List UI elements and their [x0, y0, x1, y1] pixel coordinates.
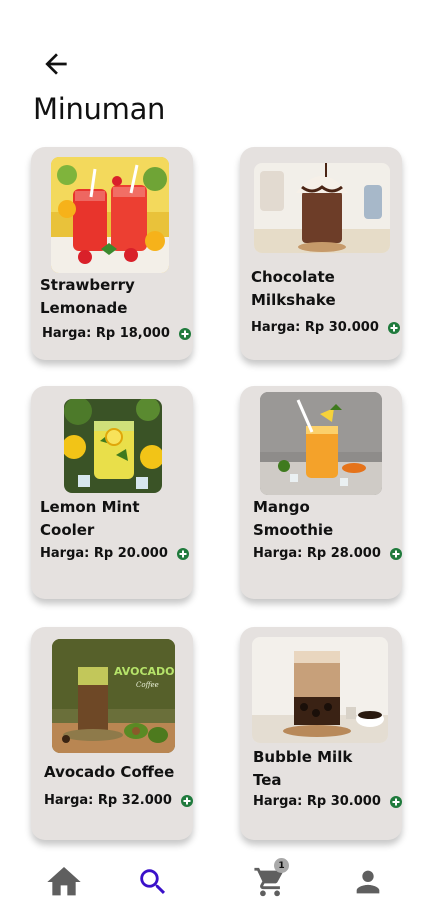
product-price: Harga: Rp 30.000 — [253, 794, 381, 809]
nav-cart[interactable]: 1 — [248, 858, 292, 904]
home-icon — [47, 867, 81, 896]
product-card-chocolate-milkshake[interactable]: Chocolate Milkshake Harga: Rp 30.000 — [240, 147, 402, 360]
product-name: Bubble Milk Tea — [253, 748, 353, 789]
product-price: Harga: Rp 20.000 — [40, 546, 168, 561]
nav-search[interactable] — [131, 860, 175, 904]
nav-home[interactable] — [42, 860, 86, 904]
product-name: Chocolate Milkshake — [251, 268, 336, 309]
product-image — [51, 157, 169, 273]
person-icon — [356, 870, 380, 894]
product-card-mango-smoothie[interactable]: Mango Smoothie Harga: Rp 28.000 — [240, 386, 402, 599]
product-card-lemon-mint-cooler[interactable]: Lemon Mint Cooler Harga: Rp 20.000 — [31, 386, 193, 599]
product-name: Strawberry Lemonade — [40, 276, 135, 317]
cart-count-badge: 1 — [274, 858, 289, 873]
svg-text:Coffee: Coffee — [136, 681, 159, 689]
product-price: Harga: Rp 32.000 — [44, 793, 172, 808]
product-price: Harga: Rp 28.000 — [253, 546, 381, 561]
bottom-nav: 1 — [0, 852, 430, 916]
nav-profile[interactable] — [346, 860, 390, 904]
add-to-cart-icon[interactable] — [389, 547, 402, 560]
product-card-bubble-milk-tea[interactable]: Bubble Milk Tea Harga: Rp 30.000 — [240, 627, 402, 840]
product-name: Lemon Mint Cooler — [40, 498, 140, 539]
product-image: AVOCADO Coffee — [52, 639, 175, 753]
product-price: Harga: Rp 18,000 — [42, 326, 170, 341]
product-card-strawberry-lemonade[interactable]: Strawberry Lemonade Harga: Rp 18,000 — [31, 147, 193, 360]
product-image — [254, 163, 390, 253]
product-image — [260, 392, 382, 495]
product-price: Harga: Rp 30.000 — [251, 320, 379, 335]
page-title: Minuman — [33, 92, 166, 126]
product-name: Avocado Coffee — [44, 763, 175, 781]
add-to-cart-icon[interactable] — [178, 327, 191, 340]
back-button[interactable] — [36, 46, 76, 82]
product-image — [252, 637, 388, 743]
product-card-avocado-coffee[interactable]: AVOCADO Coffee Avocado Coffee Harga: Rp … — [31, 627, 193, 840]
product-name: Mango Smoothie — [253, 498, 334, 539]
add-to-cart-icon[interactable] — [180, 794, 193, 807]
add-to-cart-icon[interactable] — [387, 321, 400, 334]
search-icon — [140, 869, 166, 895]
svg-text:AVOCADO: AVOCADO — [114, 665, 175, 678]
add-to-cart-icon[interactable] — [389, 795, 402, 808]
arrow-left-icon — [45, 53, 67, 75]
product-image — [64, 399, 162, 493]
add-to-cart-icon[interactable] — [176, 547, 189, 560]
